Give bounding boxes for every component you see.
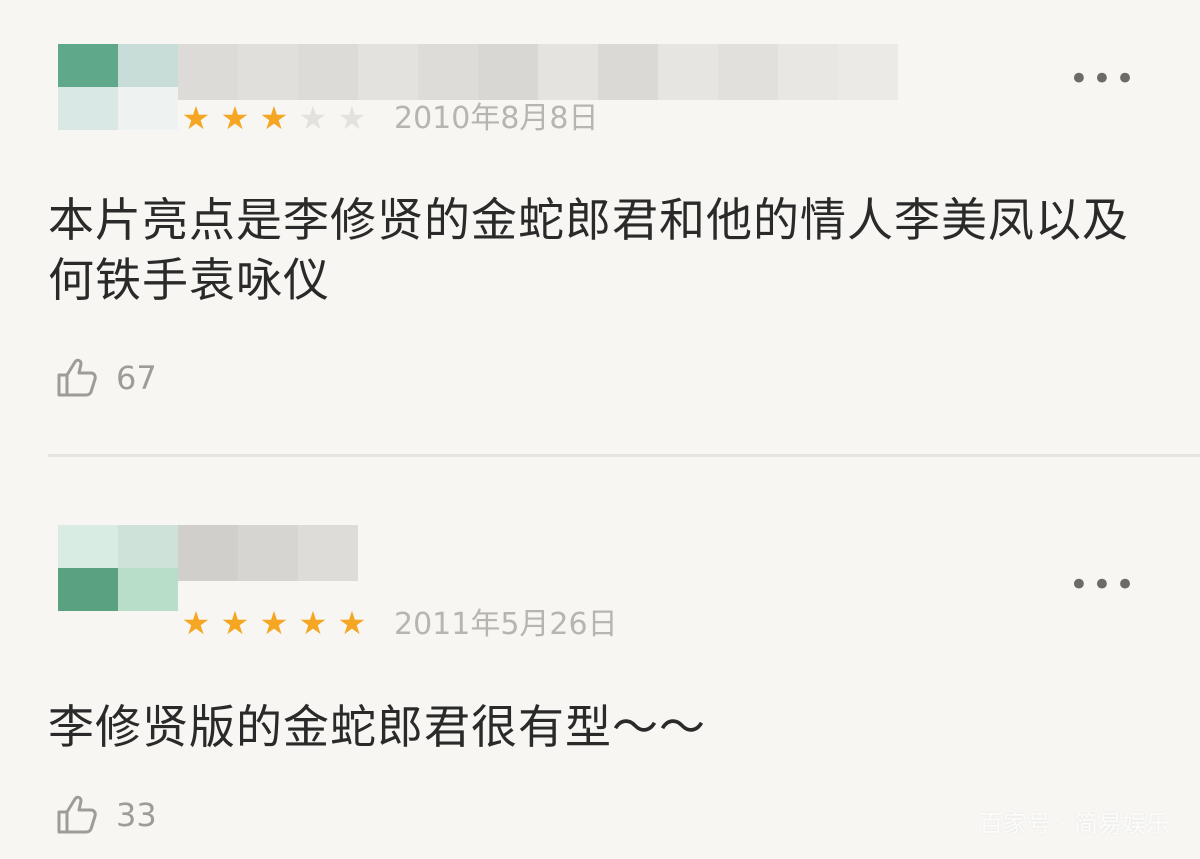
avatar-pixel xyxy=(58,87,118,130)
username-blurred[interactable] xyxy=(178,525,358,581)
like-count: 67 xyxy=(116,359,157,397)
like-button[interactable]: 67 xyxy=(54,355,157,401)
more-options-button[interactable]: ••• xyxy=(1069,568,1138,602)
star-filled-icon: ★ xyxy=(259,604,289,642)
avatar[interactable] xyxy=(58,44,178,130)
like-button[interactable]: 33 xyxy=(54,792,157,838)
avatar-pixel xyxy=(118,44,178,87)
star-empty-icon: ★ xyxy=(337,99,367,137)
avatar-pixel xyxy=(58,44,118,87)
avatar-pixel xyxy=(118,87,178,130)
thumbs-up-icon xyxy=(57,795,97,834)
rating-stars: ★ ★ ★ ★ ★ xyxy=(178,607,370,639)
star-filled-icon: ★ xyxy=(181,99,211,137)
avatar-pixel xyxy=(118,525,178,568)
avatar-pixel xyxy=(58,525,118,568)
review-date: 2010年8月8日 xyxy=(394,101,599,136)
star-empty-icon: ★ xyxy=(298,99,328,137)
watermark: 百家号 · 简易娱乐 xyxy=(979,810,1170,838)
review-card: ★ ★ ★ ★ ★ 2011年5月26日 ••• 李修贤版的金蛇郎君很有型～～ 33 xyxy=(0,457,1200,859)
review-text: 本片亮点是李修贤的金蛇郎君和他的情人李美凤以及何铁手袁咏仪 xyxy=(48,193,1129,307)
more-options-button[interactable]: ••• xyxy=(1069,62,1138,96)
review-date: 2011年5月26日 xyxy=(394,607,618,642)
like-count: 33 xyxy=(116,796,157,834)
rating-stars: ★ ★ ★ ★ ★ xyxy=(178,102,370,134)
star-filled-icon: ★ xyxy=(220,99,250,137)
username-blurred[interactable] xyxy=(178,44,898,100)
star-filled-icon: ★ xyxy=(181,604,211,642)
star-filled-icon: ★ xyxy=(298,604,328,642)
star-filled-icon: ★ xyxy=(337,604,367,642)
avatar-pixel xyxy=(118,568,178,611)
star-filled-icon: ★ xyxy=(259,99,289,137)
review-text: 李修贤版的金蛇郎君很有型～～ xyxy=(48,700,706,754)
star-filled-icon: ★ xyxy=(220,604,250,642)
review-card: ★ ★ ★ ★ ★ 2010年8月8日 ••• 本片亮点是李修贤的金蛇郎君和他的情人李美… xyxy=(0,0,1200,455)
avatar[interactable] xyxy=(58,525,178,611)
thumbs-up-icon xyxy=(57,358,97,397)
avatar-pixel xyxy=(58,568,118,611)
